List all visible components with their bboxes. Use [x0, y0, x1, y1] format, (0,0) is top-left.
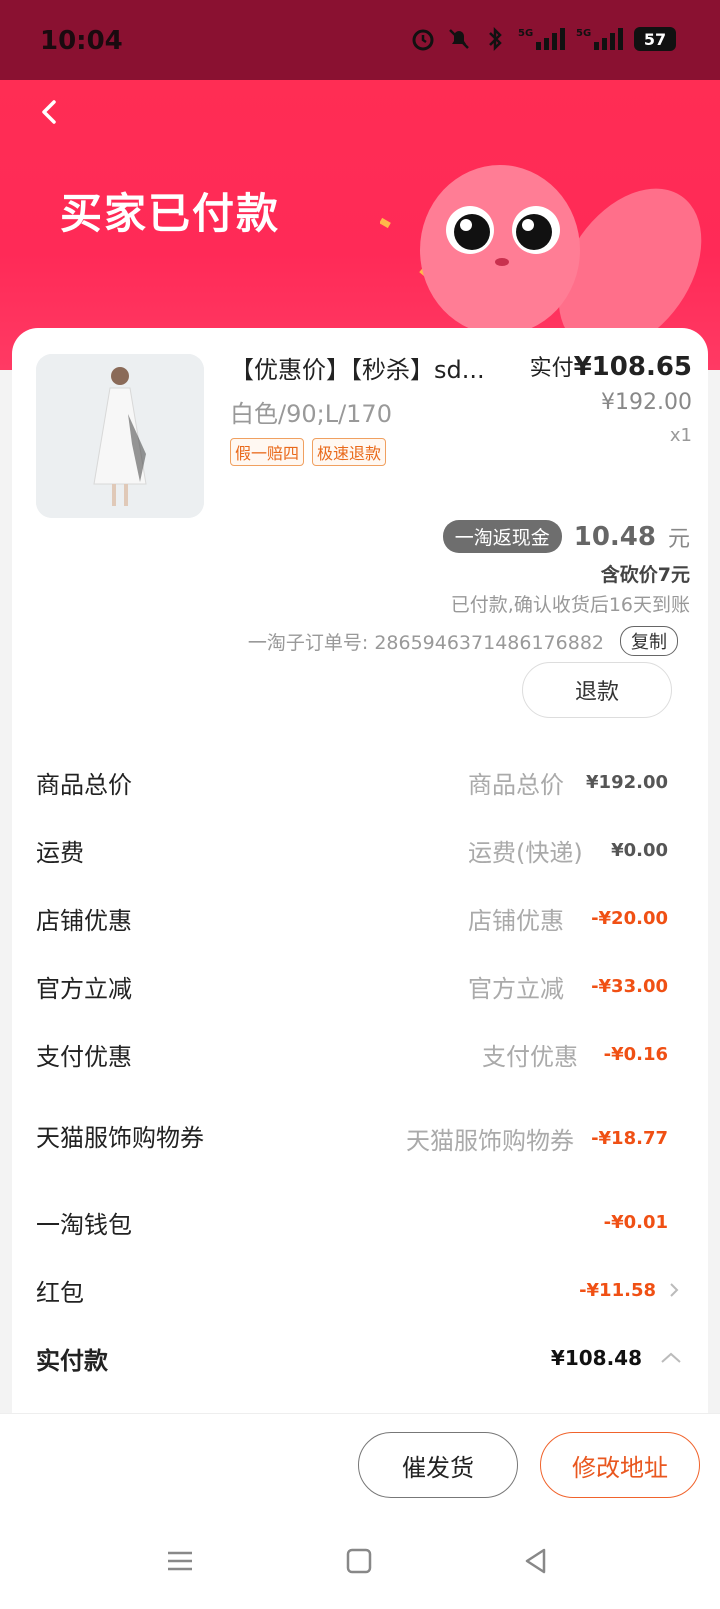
total-amount: ¥108.48	[550, 1346, 642, 1370]
sub-order-number: 一淘子订单号: 2865946371486176882	[247, 631, 604, 654]
original-price: ¥192.00	[601, 390, 692, 415]
signal-icon-1: 5G	[518, 26, 566, 52]
row-amount: -¥0.01	[603, 1211, 668, 1233]
row-label: 支付优惠	[36, 1042, 132, 1071]
summary-row-store-discount: 店铺优惠 店铺优惠 -¥20.00	[12, 884, 708, 952]
chevron-up-icon[interactable]	[660, 1350, 682, 1366]
price-summary: 商品总价 商品总价 ¥192.00 运费 运费(快递) ¥0.00 店铺优惠 店…	[12, 748, 708, 1392]
status-bar: 10:04 5G 5G 57	[0, 0, 720, 80]
svg-text:5G: 5G	[576, 28, 591, 39]
copy-button[interactable]: 复制	[620, 626, 678, 656]
cashback-unit: 元	[667, 526, 690, 552]
status-time: 10:04	[40, 26, 123, 56]
alarm-icon	[410, 26, 436, 52]
summary-row-official-discount: 官方立减 官方立减 -¥33.00	[12, 952, 708, 1020]
summary-row-red-packet[interactable]: 红包 -¥11.58	[12, 1256, 708, 1324]
home-icon[interactable]	[341, 1543, 377, 1579]
row-detail: 官方立减	[468, 974, 564, 1003]
summary-row-payment-discount: 支付优惠 支付优惠 -¥0.16	[12, 1020, 708, 1088]
row-label: 商品总价	[36, 770, 132, 799]
summary-row-shipping: 运费 运费(快递) ¥0.00	[12, 816, 708, 884]
bluetooth-icon	[482, 26, 508, 52]
cashback-pill: 一淘返现金	[442, 520, 562, 553]
back-icon[interactable]	[518, 1543, 554, 1579]
row-amount: -¥33.00	[591, 975, 668, 997]
sub-order-number-row: 一淘子订单号: 2865946371486176882 复制	[248, 626, 678, 656]
cashback-arrival-note: 已付款,确认收货后16天到账	[450, 594, 690, 616]
row-amount: -¥11.58	[579, 1279, 656, 1301]
total-label: 实付款	[36, 1346, 108, 1375]
refund-button[interactable]: 退款	[522, 662, 672, 718]
product-image[interactable]	[36, 354, 204, 518]
summary-row-total[interactable]: 实付款 ¥108.48	[12, 1324, 708, 1392]
tag-fast-refund: 极速退款	[312, 438, 387, 466]
cashback-amount: 10.48	[573, 521, 656, 552]
row-label: 官方立减	[36, 974, 132, 1003]
summary-row-item-total: 商品总价 商品总价 ¥192.00	[12, 748, 708, 816]
tag-fake-compensation: 假一赔四	[230, 438, 305, 466]
order-detail-card: 【优惠价】【秒杀】sd... 白色/90;L/170 假一赔四 极速退款 实付¥…	[12, 328, 708, 1413]
product-spec: 白色/90;L/170	[230, 400, 392, 428]
status-icons: 5G 5G 57	[410, 26, 676, 52]
row-amount: -¥18.77	[591, 1127, 668, 1149]
row-label: 一淘钱包	[36, 1210, 132, 1239]
row-detail: 商品总价	[468, 770, 564, 799]
change-address-button[interactable]: 修改地址	[540, 1432, 700, 1498]
signal-icon-2: 5G	[576, 26, 624, 52]
bottom-action-bar: 催发货 修改地址	[0, 1413, 720, 1519]
summary-row-tmall-coupon: 天猫服饰购物券 天猫服饰购物券 -¥18.77	[12, 1088, 708, 1188]
row-label: 运费	[36, 838, 84, 867]
paid-label: 实付	[529, 356, 574, 381]
row-label: 店铺优惠	[36, 906, 132, 935]
battery-indicator: 57	[634, 27, 676, 51]
paid-price: 实付¥108.65	[530, 350, 692, 382]
row-detail: 店铺优惠	[468, 906, 564, 935]
product-price: 实付¥108.65 ¥192.00 x1	[530, 350, 692, 446]
bargain-note: 含砍价7元	[600, 564, 690, 586]
quantity: x1	[669, 425, 692, 446]
menu-icon[interactable]	[162, 1543, 198, 1579]
page-title: 买家已付款	[60, 189, 281, 238]
row-amount: ¥0.00	[611, 839, 668, 861]
chevron-right-icon[interactable]	[666, 1282, 682, 1298]
svg-text:5G: 5G	[518, 28, 533, 39]
row-label: 红包	[36, 1278, 84, 1307]
product-tags: 假一赔四 极速退款	[230, 438, 387, 466]
paid-amount: ¥108.65	[573, 352, 692, 382]
row-amount: -¥20.00	[591, 907, 668, 929]
urge-shipment-button[interactable]: 催发货	[358, 1432, 518, 1498]
row-label: 天猫服饰购物券	[36, 1124, 204, 1152]
summary-row-etao-wallet: 一淘钱包 -¥0.01	[12, 1188, 708, 1256]
mute-bell-icon	[446, 26, 472, 52]
product-title[interactable]: 【优惠价】【秒杀】sd...	[230, 350, 530, 385]
order-status-header: 买家已付款	[0, 80, 720, 370]
system-nav-bar	[0, 1519, 720, 1609]
row-amount: ¥192.00	[586, 771, 668, 793]
back-arrow-icon[interactable]	[30, 92, 70, 132]
row-detail: 天猫服饰购物券	[406, 1126, 574, 1155]
row-detail: 支付优惠	[482, 1042, 578, 1071]
row-amount: -¥0.16	[603, 1043, 668, 1065]
row-detail: 运费(快递)	[468, 838, 583, 867]
cashback-row: 一淘返现金 10.48 元	[442, 520, 690, 553]
